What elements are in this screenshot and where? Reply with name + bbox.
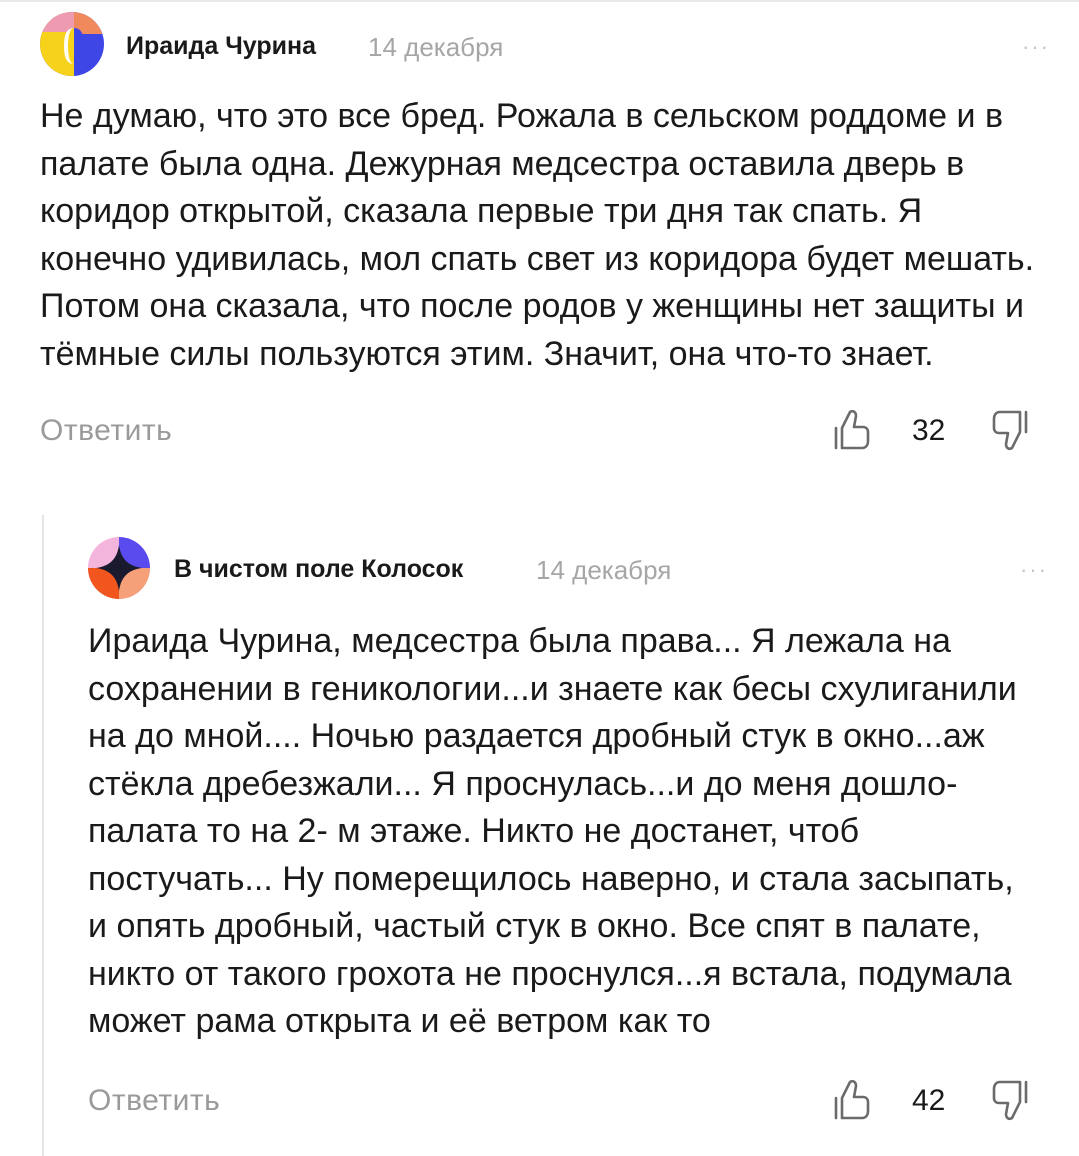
thumbs-up-icon[interactable] bbox=[832, 408, 872, 452]
more-options-icon[interactable]: ··· bbox=[1022, 34, 1050, 60]
thumbs-down-icon[interactable] bbox=[990, 1078, 1030, 1122]
reply-comment: В чистом поле Колосок 14 декабря ··· Ира… bbox=[88, 535, 1048, 1128]
comment-date: 14 декабря bbox=[536, 555, 672, 585]
like-count: 42 bbox=[912, 1083, 946, 1117]
comment-actions: Ответить 32 bbox=[40, 408, 1050, 458]
avatar[interactable] bbox=[88, 537, 150, 599]
thumbs-up-icon[interactable] bbox=[832, 1078, 872, 1122]
comment-date: 14 декабря bbox=[368, 32, 504, 62]
comment-text: Ираида Чурина, медсестра была права... Я… bbox=[88, 622, 1017, 1040]
author-name[interactable]: В чистом поле Колосок bbox=[174, 555, 463, 584]
comment-actions: Ответить 42 bbox=[88, 1078, 1048, 1128]
reply-button[interactable]: Ответить bbox=[88, 1084, 220, 1118]
comment-text: Не думаю, что это все бред. Рожала в сел… bbox=[40, 97, 1035, 373]
reply-thread-line bbox=[42, 515, 44, 1156]
like-count: 32 bbox=[912, 414, 946, 447]
avatar[interactable] bbox=[40, 12, 104, 76]
comment-header: В чистом поле Колосок 14 декабря ··· bbox=[88, 535, 1048, 601]
reply-button[interactable]: Ответить bbox=[40, 414, 172, 448]
top-divider bbox=[0, 0, 1079, 2]
author-name[interactable]: Ираида Чурина bbox=[126, 32, 316, 61]
comment: Ираида Чурина 14 декабря ··· Не думаю, ч… bbox=[40, 12, 1050, 458]
thumbs-down-icon[interactable] bbox=[990, 408, 1030, 452]
comment-header: Ираида Чурина 14 декабря ··· bbox=[40, 12, 1050, 78]
more-options-icon[interactable]: ··· bbox=[1020, 557, 1048, 583]
